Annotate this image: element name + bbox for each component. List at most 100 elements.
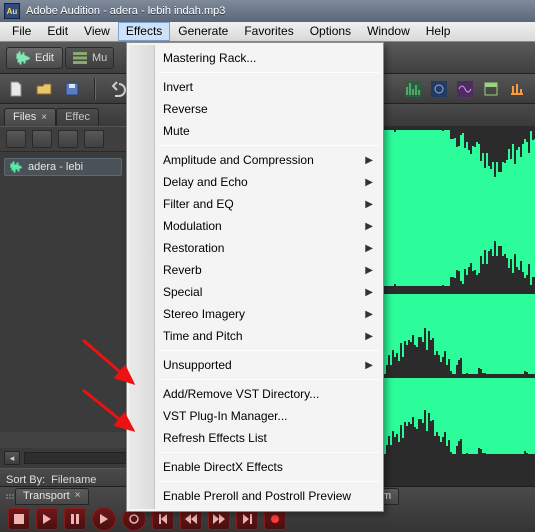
close-icon[interactable]: ×	[41, 112, 47, 123]
menu-separator	[159, 350, 379, 351]
mode-edit-button[interactable]: Edit	[6, 47, 63, 69]
sort-by-label: Sort By:	[6, 474, 45, 486]
submenu-arrow-icon: ▶	[365, 309, 373, 320]
spectral-frequency-button[interactable]	[403, 79, 423, 99]
menu-item-label: Unsupported	[163, 358, 232, 372]
menu-item-label: Reverb	[163, 263, 202, 277]
menu-item-label: Mastering Rack...	[163, 51, 256, 65]
menu-item[interactable]: Special▶	[129, 281, 381, 303]
tab-effects-label: Effec	[65, 111, 90, 123]
mode-edit-label: Edit	[35, 52, 54, 64]
menu-effects[interactable]: Effects	[118, 22, 170, 41]
spectral-pan-button[interactable]	[429, 79, 449, 99]
menu-item[interactable]: Filter and EQ▶	[129, 193, 381, 215]
menu-item-label: Stereo Imagery	[163, 307, 245, 321]
menu-item[interactable]: Add/Remove VST Directory...	[129, 383, 381, 405]
menu-separator	[159, 72, 379, 73]
sort-by-value[interactable]: Filename	[51, 474, 96, 486]
toolbar-separator	[94, 78, 96, 100]
submenu-arrow-icon: ▶	[365, 199, 373, 210]
transport-label: Transport	[23, 490, 70, 502]
menu-view[interactable]: View	[76, 22, 118, 41]
play-button[interactable]	[36, 508, 58, 530]
pause-button[interactable]	[64, 508, 86, 530]
menu-item-label: Add/Remove VST Directory...	[163, 387, 319, 401]
scroll-left-button[interactable]: ◂	[4, 451, 20, 465]
menu-item[interactable]: Amplitude and Compression▶	[129, 149, 381, 171]
menu-item[interactable]: Invert	[129, 76, 381, 98]
mode-multitrack-button[interactable]: Mu	[65, 47, 114, 69]
menu-item[interactable]: Unsupported ▶	[129, 354, 381, 376]
window-title: Adobe Audition - adera - lebih indah.mp3	[26, 5, 225, 17]
menu-generate[interactable]: Generate	[170, 22, 236, 41]
menu-item[interactable]: Mute	[129, 120, 381, 142]
submenu-arrow-icon: ▶	[365, 221, 373, 232]
menu-item-label: VST Plug-In Manager...	[163, 409, 288, 423]
menu-edit[interactable]: Edit	[39, 22, 76, 41]
waveform-icon	[15, 51, 31, 65]
menu-item[interactable]: Modulation ▶	[129, 215, 381, 237]
menu-separator	[159, 379, 379, 380]
close-icon[interactable]: ×	[75, 490, 81, 501]
menu-separator	[159, 452, 379, 453]
menu-item[interactable]: Mastering Rack...	[129, 47, 381, 69]
app-icon: Au	[4, 3, 20, 19]
tab-files-label: Files	[13, 111, 36, 123]
menu-bar: File Edit View Effects Generate Favorite…	[0, 22, 535, 42]
menu-item-label: Refresh Effects List	[163, 431, 267, 445]
play-looped-button[interactable]	[92, 507, 116, 531]
stop-button[interactable]	[8, 508, 30, 530]
menu-separator	[159, 481, 379, 482]
menu-item-label: Delay and Echo	[163, 175, 248, 189]
panel-grip-icon[interactable]	[6, 494, 15, 499]
menu-item-label: Mute	[163, 124, 190, 138]
tab-effects[interactable]: Effec	[56, 108, 99, 126]
new-file-button[interactable]	[6, 79, 26, 99]
menu-item[interactable]: Time and Pitch▶	[129, 325, 381, 347]
menu-item[interactable]: Enable Preroll and Postroll Preview	[129, 485, 381, 507]
menu-item-label: Time and Pitch	[163, 329, 243, 343]
menu-favorites[interactable]: Favorites	[236, 22, 301, 41]
menu-item-label: Amplitude and Compression	[163, 153, 314, 167]
menu-options[interactable]: Options	[302, 22, 359, 41]
menu-item[interactable]: Reverse	[129, 98, 381, 120]
menu-item[interactable]: VST Plug-In Manager...	[129, 405, 381, 427]
menu-item[interactable]: Stereo Imagery ▶	[129, 303, 381, 325]
transport-tab[interactable]: Transport ×	[15, 488, 89, 505]
import-file-button[interactable]	[6, 130, 26, 148]
edit-file-button[interactable]	[84, 130, 104, 148]
menu-separator	[159, 145, 379, 146]
top-panel-toggle-button[interactable]	[481, 79, 501, 99]
submenu-arrow-icon: ▶	[365, 177, 373, 188]
menu-item[interactable]: Refresh Effects List	[129, 427, 381, 449]
menu-window[interactable]: Window	[359, 22, 418, 41]
spectral-controls-button[interactable]	[507, 79, 527, 99]
menu-item[interactable]: Enable DirectX Effects	[129, 456, 381, 478]
menu-file[interactable]: File	[4, 22, 39, 41]
multitrack-icon	[72, 51, 88, 65]
menu-item-label: Reverse	[163, 102, 208, 116]
spectral-phase-button[interactable]	[455, 79, 475, 99]
title-bar: Au Adobe Audition - adera - lebih indah.…	[0, 0, 535, 22]
menu-item-label: Enable Preroll and Postroll Preview	[163, 489, 351, 503]
menu-item-label: Enable DirectX Effects	[163, 460, 283, 474]
submenu-arrow-icon: ▶	[365, 265, 373, 276]
menu-item[interactable]: Delay and Echo ▶	[129, 171, 381, 193]
undo-button[interactable]	[108, 79, 128, 99]
submenu-arrow-icon: ▶	[365, 243, 373, 254]
submenu-arrow-icon: ▶	[365, 360, 373, 371]
mode-multitrack-label: Mu	[92, 52, 107, 64]
menu-item[interactable]: Restoration ▶	[129, 237, 381, 259]
effects-menu-dropdown: Mastering Rack... Invert Reverse Mute Amplit…	[126, 42, 384, 512]
open-file-button[interactable]	[34, 79, 54, 99]
close-file-button[interactable]	[32, 130, 52, 148]
save-file-button[interactable]	[62, 79, 82, 99]
menu-item[interactable]: Reverb ▶	[129, 259, 381, 281]
menu-item-label: Modulation	[163, 219, 222, 233]
menu-help[interactable]: Help	[418, 22, 459, 41]
menu-item-label: Restoration	[163, 241, 224, 255]
tab-files[interactable]: Files ×	[4, 108, 56, 126]
menu-item-label: Invert	[163, 80, 193, 94]
insert-multitrack-button[interactable]	[58, 130, 78, 148]
list-item[interactable]: adera - lebi	[4, 158, 122, 176]
